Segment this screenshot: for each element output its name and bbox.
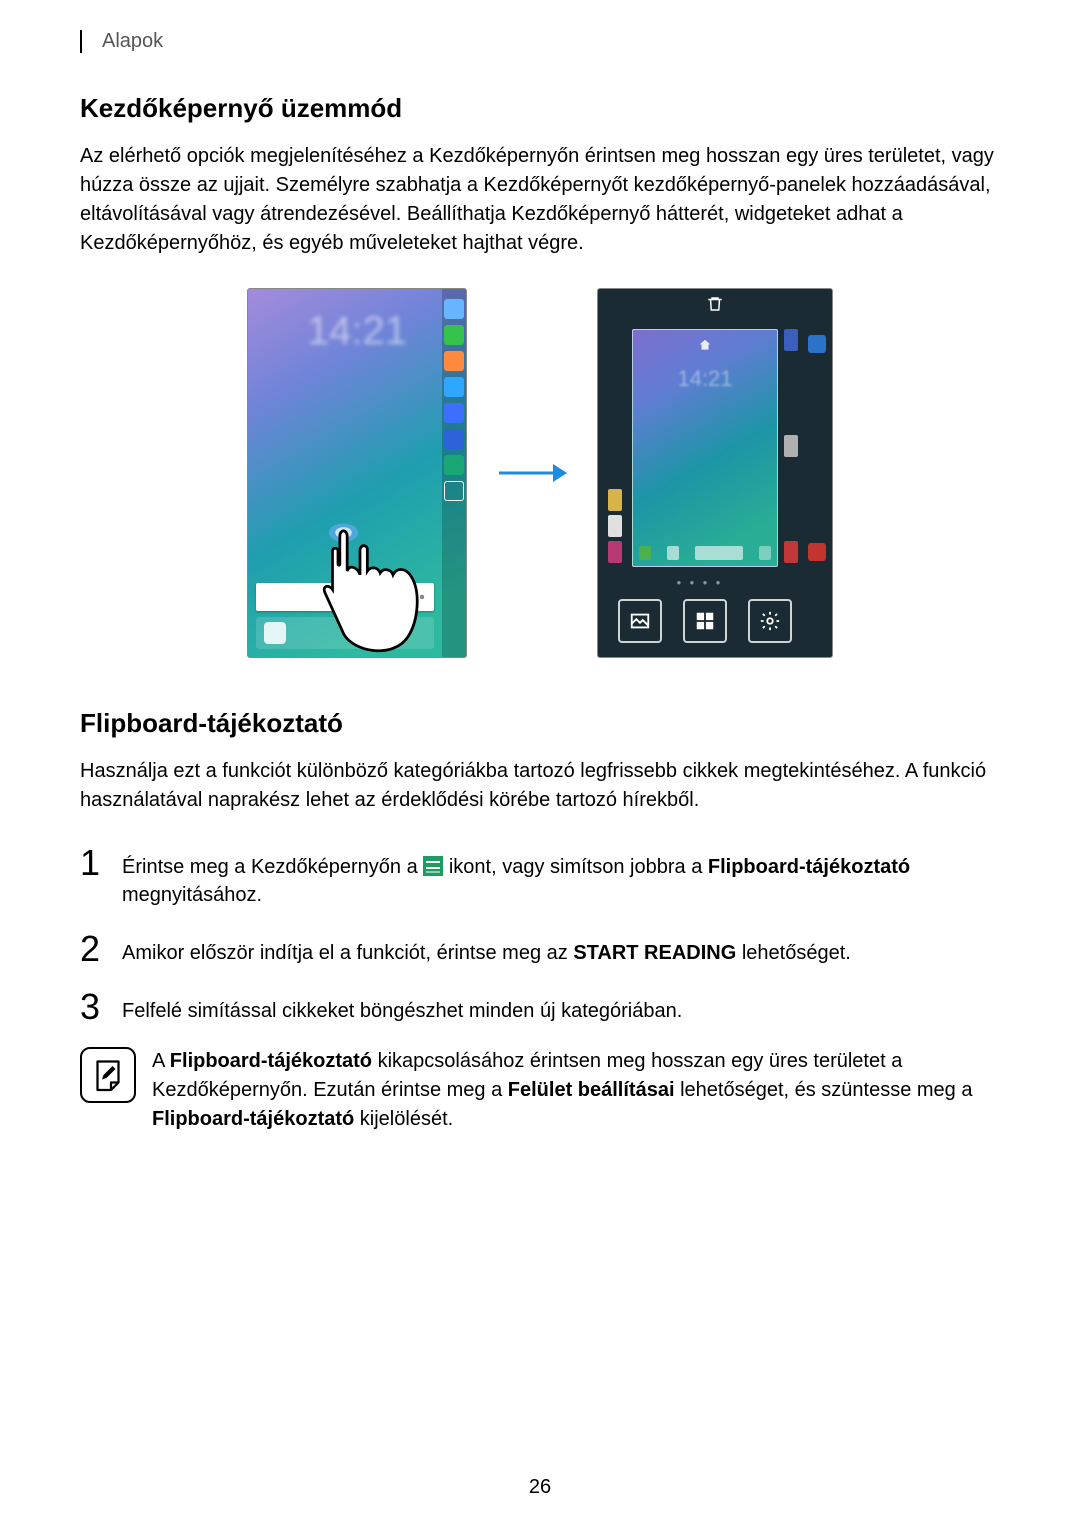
settings-icon <box>748 599 792 643</box>
star-icon <box>444 299 464 319</box>
panel-carousel: 14:21 <box>608 329 802 567</box>
screenshot-row: 14:21 <box>80 288 1000 658</box>
panel-peek-left <box>608 329 626 567</box>
section-header: Alapok <box>80 30 1000 53</box>
edge-app-icon <box>808 335 826 353</box>
edge-panel <box>442 289 466 657</box>
step-3: 3 Felfelé simítással cikkeket böngészhet… <box>80 989 1000 1025</box>
clock-preview: 14:21 <box>633 366 777 392</box>
dock-preview <box>639 546 771 560</box>
step-2: 2 Amikor először indítja el a funkciót, … <box>80 931 1000 967</box>
page-number: 26 <box>0 1476 1080 1499</box>
note-block: A Flipboard-tájékoztató kikapcsolásához … <box>80 1047 1000 1134</box>
phone-icon <box>444 325 464 345</box>
trash-icon <box>706 295 724 318</box>
note-icon <box>80 1047 136 1103</box>
message-icon <box>444 377 464 397</box>
heading-flipboard: Flipboard-tájékoztató <box>80 708 1000 739</box>
arrow-right-icon <box>497 461 567 485</box>
intro-flipboard: Használja ezt a funkciót különböző kateg… <box>80 757 1000 815</box>
search-bar <box>256 583 434 611</box>
screenshot-before: 14:21 <box>247 288 467 658</box>
apps-icon <box>444 481 464 501</box>
step-number: 2 <box>80 931 108 967</box>
step-number: 1 <box>80 845 108 881</box>
widgets-icon <box>683 599 727 643</box>
flipboard-icon <box>423 856 443 876</box>
edge-app-icon <box>808 543 826 561</box>
page-indicator: ● ● ● ● <box>598 578 802 587</box>
step-1: 1 Érintse meg a Kezdőképernyőn a ikont, … <box>80 845 1000 909</box>
step-text: Felfelé simítással cikkeket böngészhet m… <box>122 989 682 1025</box>
heading-home-mode: Kezdőképernyő üzemmód <box>80 93 1000 124</box>
wallpaper-icon <box>618 599 662 643</box>
step-text: Amikor először indítja el a funkciót, ér… <box>122 931 851 967</box>
section-label: Alapok <box>102 30 163 52</box>
panel-peek-right <box>784 329 802 567</box>
dock <box>256 617 434 649</box>
home-edit-actions <box>618 599 792 643</box>
edge-panel-right <box>806 329 828 567</box>
intro-home-mode: Az elérhető opciók megjelenítéséhez a Ke… <box>80 142 1000 258</box>
note-text: A Flipboard-tájékoztató kikapcsolásához … <box>152 1047 1000 1134</box>
contact-icon <box>444 351 464 371</box>
store-icon <box>444 455 464 475</box>
globe-icon <box>444 403 464 423</box>
step-text: Érintse meg a Kezdőképernyőn a ikont, va… <box>122 845 1000 909</box>
screenshot-after: 14:21 ● ● ● ● <box>597 288 833 658</box>
app-icon <box>264 622 286 644</box>
camera-icon <box>444 429 464 449</box>
home-icon <box>698 338 712 355</box>
home-panel-preview: 14:21 <box>632 329 778 567</box>
manual-page: Alapok Kezdőképernyő üzemmód Az elérhető… <box>0 0 1080 1184</box>
clock-text: 14:21 <box>248 309 466 354</box>
step-number: 3 <box>80 989 108 1025</box>
